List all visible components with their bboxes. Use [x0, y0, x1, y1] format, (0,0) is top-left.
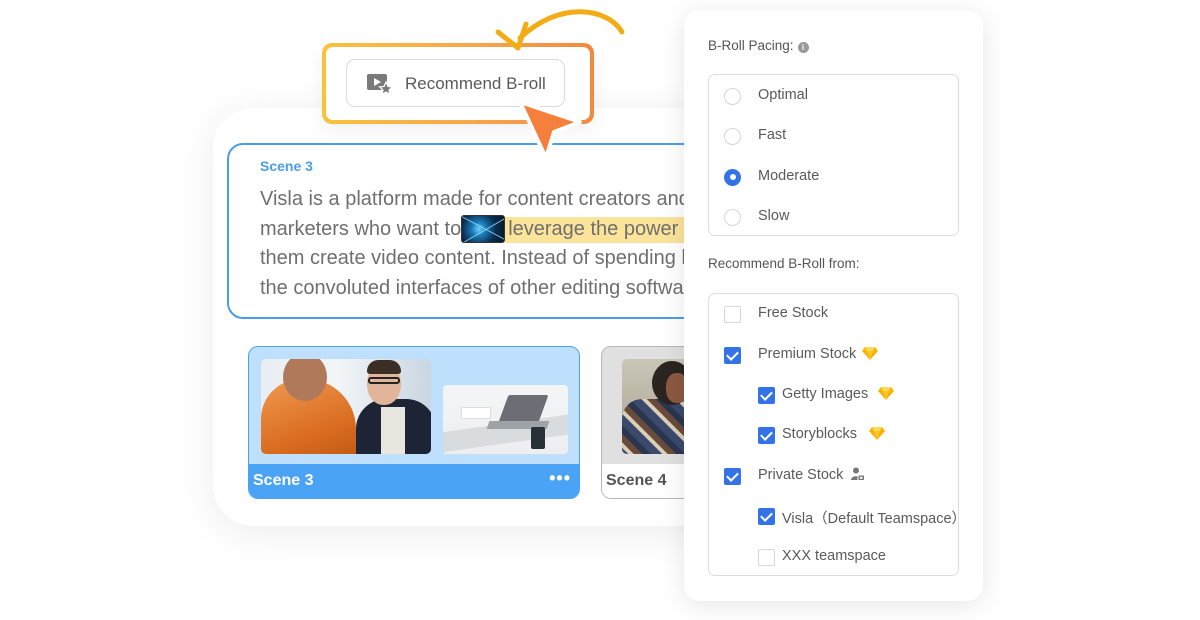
scene-card-footer: Scene 3 •••	[249, 464, 579, 498]
scene-card-selected[interactable]: Scene 3 •••	[248, 346, 580, 499]
script-line: Visla is a platform made for content cre…	[260, 188, 690, 210]
pacing-option-optimal[interactable]: Optimal	[724, 85, 808, 107]
scene-label: Scene 3	[253, 472, 314, 489]
radio-button[interactable]	[724, 87, 741, 105]
option-label: XXX teamspace	[782, 548, 886, 564]
scene-image-desk	[443, 385, 568, 454]
checkbox-checked[interactable]	[724, 467, 741, 485]
source-option-premium-stock[interactable]: Premium Stock	[724, 344, 879, 366]
option-label: Optimal	[758, 87, 808, 103]
info-icon[interactable]: i	[797, 42, 809, 53]
source-option-xxx-teamspace[interactable]: XXX teamspace	[758, 546, 886, 568]
pacing-option-fast[interactable]: Fast	[724, 125, 786, 147]
option-label: Free Stock	[758, 305, 829, 321]
option-label-text: Private Stock	[758, 467, 844, 483]
checkbox-checked[interactable]	[724, 346, 741, 364]
option-label: Fast	[758, 127, 787, 143]
video-star-icon	[367, 74, 393, 95]
checkbox[interactable]	[724, 305, 741, 323]
option-label: Storyblocks	[782, 426, 885, 442]
option-label: Premium Stock	[758, 346, 879, 362]
option-label: Moderate	[758, 168, 820, 184]
checkbox-checked[interactable]	[758, 386, 775, 404]
option-label: Getty Images	[782, 386, 895, 402]
premium-gem-icon	[868, 427, 885, 440]
script-line: the convoluted interfaces of other editi…	[260, 276, 691, 299]
curved-arrow-icon	[495, 9, 625, 51]
scene-image-meeting	[261, 359, 431, 454]
checkbox-checked[interactable]	[758, 426, 775, 444]
option-label: Private Stock	[758, 467, 866, 483]
script-scene-title: Scene 3	[260, 158, 313, 174]
option-label: Slow	[758, 208, 790, 224]
radio-button[interactable]	[724, 127, 741, 145]
radio-button-checked[interactable]	[724, 168, 741, 186]
cursor-pointer-icon	[518, 100, 582, 160]
source-option-private-stock[interactable]: Private Stock	[724, 465, 866, 487]
script-line: marketers who want to leverage the power …	[260, 214, 725, 245]
script-line-text: marketers who want to	[260, 217, 462, 240]
option-label-text: Premium Stock	[758, 346, 857, 362]
source-option-storyblocks[interactable]: Storyblocks	[758, 424, 885, 446]
pacing-option-moderate[interactable]: Moderate	[724, 166, 819, 188]
sources-options-group: Free Stock Premium Stock Getty Images St…	[708, 293, 966, 576]
pacing-title: B-Roll Pacing:	[708, 38, 794, 53]
checkbox[interactable]	[758, 548, 775, 566]
premium-gem-icon	[862, 347, 879, 360]
script-line: them create video content. Instead of sp…	[260, 247, 693, 269]
broll-thumbnail-inline[interactable]	[461, 214, 506, 243]
script-editor[interactable]: Scene 3 Visla is a platform made for con…	[227, 143, 727, 319]
premium-gem-icon	[878, 387, 895, 400]
source-option-getty-images[interactable]: Getty Images	[758, 384, 895, 406]
pacing-options-group: Optimal Fast Moderate Slow	[708, 74, 959, 236]
sources-section-title: Recommend B-Roll from:	[708, 256, 860, 271]
broll-highlighted-text[interactable]: leverage the power o	[505, 216, 695, 243]
option-label: Visla（Default Teamspace）	[782, 511, 967, 527]
radio-button[interactable]	[724, 208, 741, 226]
pacing-option-slow[interactable]: Slow	[724, 206, 789, 228]
source-option-free-stock[interactable]: Free Stock	[724, 303, 828, 325]
source-option-visla-teamspace[interactable]: Visla（Default Teamspace）	[758, 505, 966, 527]
option-label-text: Getty Images	[782, 386, 869, 402]
script-text[interactable]: Visla is a platform made for content cre…	[260, 185, 725, 303]
private-user-icon	[851, 467, 866, 481]
more-options-icon[interactable]: •••	[549, 468, 571, 489]
scene-label: Scene 4	[606, 472, 667, 489]
broll-settings-panel: B-Roll Pacing: i Optimal Fast Moderate Sl…	[684, 10, 983, 601]
checkbox-checked[interactable]	[758, 507, 775, 525]
option-label-text: Storyblocks	[782, 426, 857, 442]
pacing-section-title: B-Roll Pacing: i	[708, 38, 809, 53]
